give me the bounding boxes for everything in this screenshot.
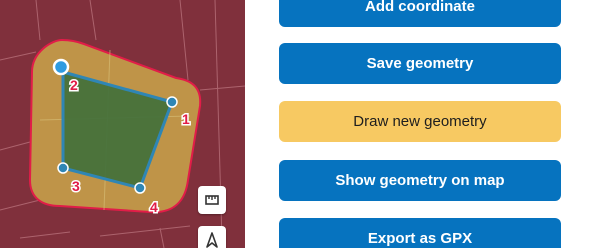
- north-arrow-control[interactable]: [198, 226, 226, 248]
- save-geometry-button[interactable]: Save geometry: [279, 43, 561, 84]
- measure-control[interactable]: [198, 186, 226, 214]
- vertex-label-3: 3: [72, 178, 80, 194]
- north-arrow-icon: [206, 232, 218, 248]
- vertex-label-1: 1: [182, 111, 190, 127]
- ruler-icon: [205, 195, 219, 205]
- vertex-handle[interactable]: [134, 182, 146, 194]
- draw-new-geometry-button[interactable]: Draw new geometry: [279, 101, 561, 142]
- show-geometry-on-map-button[interactable]: Show geometry on map: [279, 160, 561, 201]
- map-view[interactable]: 1 2 3 4: [0, 0, 245, 248]
- selected-vertex-handle[interactable]: [52, 58, 70, 76]
- vertex-handle[interactable]: [57, 162, 69, 174]
- vertex-label-4: 4: [150, 199, 158, 215]
- geometry-editor: 1 2 3 4 Add coordinate Save geometry Dra…: [0, 0, 590, 248]
- export-gpx-button[interactable]: Export as GPX: [279, 218, 561, 248]
- vertex-label-2: 2: [70, 77, 78, 93]
- action-panel: Add coordinate Save geometry Draw new ge…: [245, 0, 590, 248]
- add-coordinate-button[interactable]: Add coordinate: [279, 0, 561, 27]
- vertex-handle[interactable]: [166, 96, 178, 108]
